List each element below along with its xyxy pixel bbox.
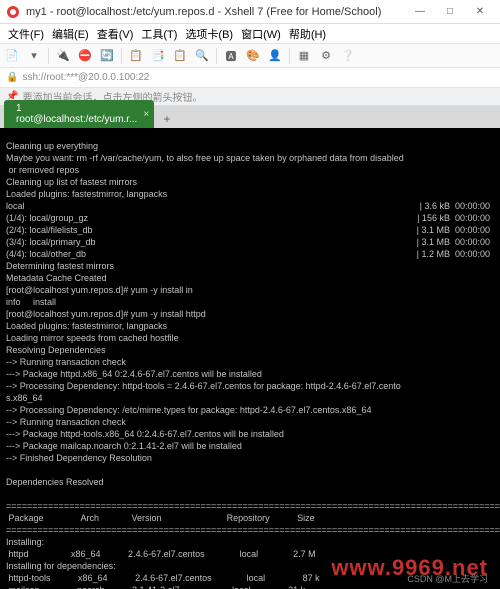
- term-line: s.x86_64: [6, 393, 43, 403]
- minimize-button[interactable]: —: [406, 2, 434, 22]
- term-line: [root@localhost yum.repos.d]# yum -y ins…: [6, 285, 193, 295]
- term-line: Metadata Cache Created: [6, 273, 107, 283]
- separator: [48, 48, 49, 64]
- help-icon[interactable]: ❔: [340, 48, 356, 64]
- tab-label: 1 root@localhost:/etc/yum.r...: [16, 103, 137, 125]
- separator: [289, 48, 290, 64]
- term-line: ---> Package httpd-tools.x86_64 0:2.4.6-…: [6, 429, 284, 439]
- term-line: [root@localhost yum.repos.d]# yum -y ins…: [6, 309, 206, 319]
- term-line: local: [6, 201, 25, 211]
- term-line: info install: [6, 297, 56, 307]
- term-right: | 3.1 MB 00:00:00: [417, 237, 490, 248]
- session-tab[interactable]: 1 root@localhost:/etc/yum.r... ×: [4, 100, 154, 128]
- term-line: Installing:: [6, 537, 44, 547]
- term-line: (2/4): local/filelists_db: [6, 225, 93, 235]
- term-line: --> Processing Dependency: /etc/mime.typ…: [6, 405, 371, 415]
- tab-close-icon[interactable]: ×: [143, 109, 149, 120]
- menu-view[interactable]: 查看(V): [95, 26, 136, 42]
- paste-icon[interactable]: 📋: [172, 48, 188, 64]
- menu-window[interactable]: 窗口(W): [239, 26, 283, 42]
- term-line: Resolving Dependencies: [6, 345, 106, 355]
- term-right: | 3.1 MB 00:00:00: [417, 225, 490, 236]
- term-line: Loaded plugins: fastestmirror, langpacks: [6, 189, 167, 199]
- term-line: ========================================…: [6, 525, 500, 535]
- term-line: ---> Package mailcap.noarch 0:2.1.41-2.e…: [6, 441, 242, 451]
- maximize-button[interactable]: □: [436, 2, 464, 22]
- term-line: httpd-tools x86_64 2.4.6-67.el7.centos l…: [6, 573, 320, 583]
- find-icon[interactable]: 🔍: [194, 48, 210, 64]
- window-title: my1 - root@localhost:/etc/yum.repos.d - …: [26, 6, 406, 18]
- toolbar: 📄 ▾ 🔌 ⛔ 🔄 📋 📑 📋 🔍 🅰 🎨 👤 ▦ ⚙ ❔: [0, 44, 500, 68]
- term-line: Maybe you want: rm -rf /var/cache/yum, t…: [6, 153, 404, 163]
- term-line: (4/4): local/other_db: [6, 249, 86, 259]
- properties-icon[interactable]: 📋: [128, 48, 144, 64]
- menu-tools[interactable]: 工具(T): [139, 26, 179, 42]
- menu-help[interactable]: 帮助(H): [287, 26, 328, 42]
- font-icon[interactable]: 🅰: [223, 48, 239, 64]
- lock-icon: 🔒: [6, 72, 18, 83]
- term-right: | 1.2 MB 00:00:00: [417, 249, 490, 260]
- term-line: --> Processing Dependency: httpd-tools =…: [6, 381, 401, 391]
- term-line: mailcap noarch 2.1.41-2.el7 local 31 k: [6, 585, 305, 589]
- color-icon[interactable]: 🎨: [245, 48, 261, 64]
- term-line: Dependencies Resolved: [6, 477, 104, 487]
- addressbar: 🔒 ssh://root:***@20.0.0.100:22: [0, 68, 500, 88]
- copy-icon[interactable]: 📑: [150, 48, 166, 64]
- term-line: ---> Package httpd.x86_64 0:2.4.6-67.el7…: [6, 369, 262, 379]
- menu-tabs[interactable]: 选项卡(B): [183, 26, 235, 42]
- settings-icon[interactable]: ⚙: [318, 48, 334, 64]
- term-line: Installing for dependencies:: [6, 561, 116, 571]
- tile-icon[interactable]: ▦: [296, 48, 312, 64]
- connect-icon[interactable]: 🔌: [55, 48, 71, 64]
- open-icon[interactable]: ▾: [26, 48, 42, 64]
- term-line: Determining fastest mirrors: [6, 261, 114, 271]
- term-line: ========================================…: [6, 501, 500, 511]
- term-right: | 156 kB 00:00:00: [417, 213, 490, 224]
- add-tab-button[interactable]: +: [158, 110, 176, 128]
- reconnect-icon[interactable]: 🔄: [99, 48, 115, 64]
- separator: [216, 48, 217, 64]
- new-session-icon[interactable]: 📄: [4, 48, 20, 64]
- term-line: Cleaning up list of fastest mirrors: [6, 177, 137, 187]
- window-controls: — □ ✕: [406, 2, 494, 22]
- term-line: httpd x86_64 2.4.6-67.el7.centos local 2…: [6, 549, 316, 559]
- close-button[interactable]: ✕: [466, 2, 494, 22]
- address-text[interactable]: ssh://root:***@20.0.0.100:22: [22, 72, 149, 83]
- terminal[interactable]: Cleaning up everything Maybe you want: r…: [0, 128, 500, 589]
- user-icon[interactable]: 👤: [267, 48, 283, 64]
- watermark-sub: CSDN @M上去学习: [407, 574, 488, 585]
- menu-edit[interactable]: 编辑(E): [50, 26, 91, 42]
- term-line: Loaded plugins: fastestmirror, langpacks: [6, 321, 167, 331]
- term-line: Loading mirror speeds from cached hostfi…: [6, 333, 179, 343]
- term-line: or removed repos: [6, 165, 79, 175]
- term-right: | 3.6 kB 00:00:00: [420, 201, 490, 212]
- menubar: 文件(F) 编辑(E) 查看(V) 工具(T) 选项卡(B) 窗口(W) 帮助(…: [0, 24, 500, 44]
- term-line: --> Running transaction check: [6, 417, 126, 427]
- term-line: Cleaning up everything: [6, 141, 98, 151]
- titlebar: my1 - root@localhost:/etc/yum.repos.d - …: [0, 0, 500, 24]
- menu-file[interactable]: 文件(F): [6, 26, 46, 42]
- term-line: --> Running transaction check: [6, 357, 126, 367]
- app-icon: [6, 5, 20, 19]
- tabbar: 1 root@localhost:/etc/yum.r... × +: [0, 106, 500, 128]
- term-line: (1/4): local/group_gz: [6, 213, 88, 223]
- disconnect-icon[interactable]: ⛔: [77, 48, 93, 64]
- term-line: (3/4): local/primary_db: [6, 237, 96, 247]
- separator: [121, 48, 122, 64]
- term-line: --> Finished Dependency Resolution: [6, 453, 152, 463]
- term-line: Package Arch Version Repository Size: [6, 513, 315, 523]
